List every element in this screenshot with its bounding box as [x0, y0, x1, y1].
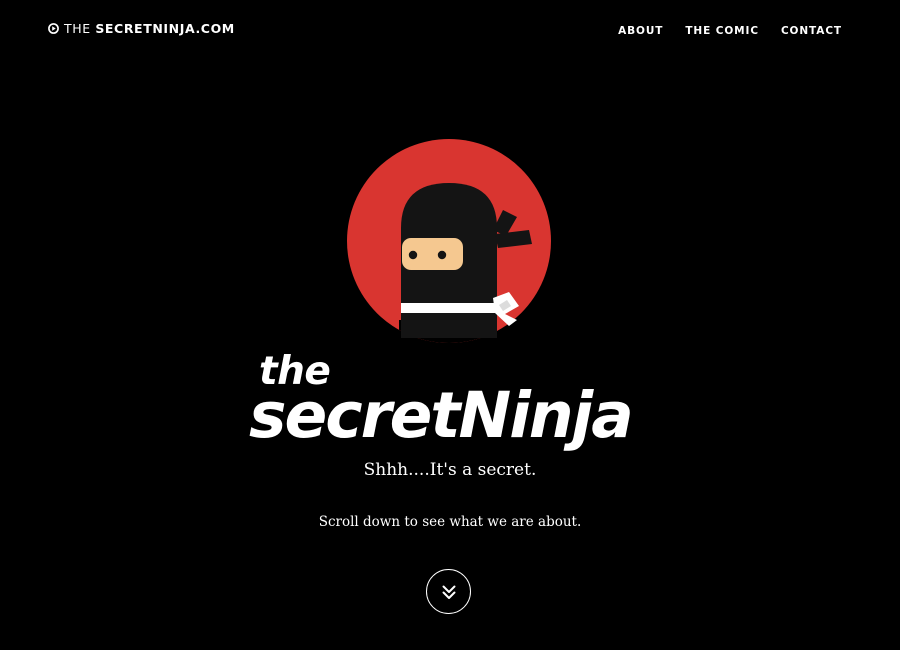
nav-link-contact[interactable]: CONTACT	[781, 25, 842, 37]
logo-word-secretninja: secretNinja	[249, 379, 634, 452]
ninja-eye-right	[437, 250, 447, 260]
main-nav: ABOUT THE COMIC CONTACT	[618, 21, 842, 39]
site-name-main: SECRETNINJA.COM	[95, 20, 235, 36]
scroll-hint-text: Scroll down to see what we are about.	[318, 514, 582, 530]
home-link[interactable]: THE SECRETNINJA.COM	[48, 20, 235, 36]
ninja-belt	[401, 303, 497, 313]
scroll-down-button[interactable]	[426, 569, 471, 614]
nav-item-about: ABOUT	[618, 21, 663, 39]
ninja-logo-icon	[347, 139, 551, 343]
nav-link-about[interactable]: ABOUT	[618, 25, 663, 37]
site-name-prefix: THE	[64, 20, 96, 36]
ninja-eye-left	[408, 250, 418, 260]
double-chevron-down-icon	[442, 585, 455, 599]
site-name: THE SECRETNINJA.COM	[64, 21, 235, 36]
nav-item-contact: CONTACT	[781, 21, 842, 39]
nav-item-comic: THE COMIC	[685, 21, 759, 39]
play-circle-icon	[48, 22, 59, 34]
hero-tagline: Shhh....It's a secret.	[363, 460, 537, 480]
nav-link-the-comic[interactable]: THE COMIC	[685, 25, 759, 37]
